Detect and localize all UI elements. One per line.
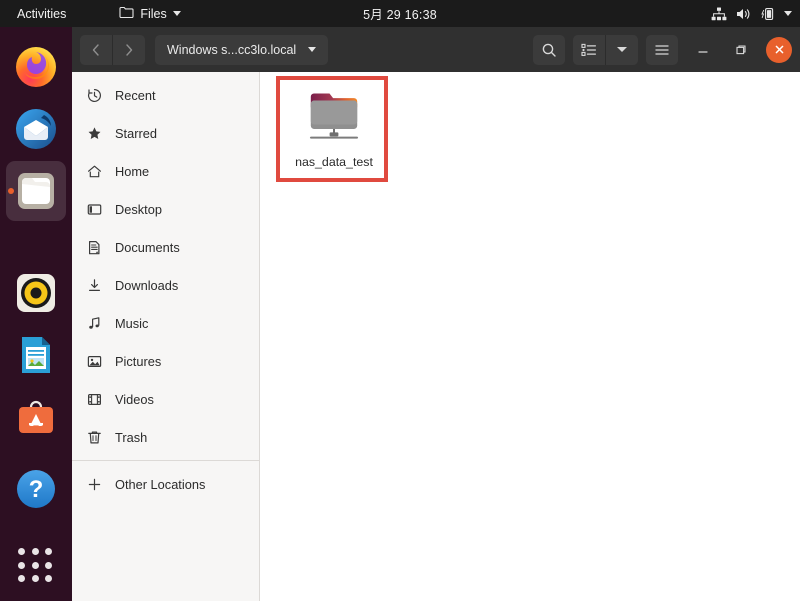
sidebar-item-home[interactable]: Home bbox=[72, 156, 259, 187]
volume-icon bbox=[736, 7, 752, 21]
show-applications-button[interactable] bbox=[18, 548, 54, 584]
sidebar-item-trash[interactable]: Trash bbox=[72, 422, 259, 453]
sidebar-item-desktop[interactable]: Desktop bbox=[72, 194, 259, 225]
help-icon: ? bbox=[14, 467, 58, 511]
trash-icon bbox=[86, 429, 103, 446]
sidebar-item-label: Downloads bbox=[115, 278, 178, 293]
sidebar-item-recent[interactable]: Recent bbox=[72, 80, 259, 111]
sidebar-item-label: Trash bbox=[115, 430, 147, 445]
app-menu-label: Files bbox=[140, 7, 166, 21]
folder-icon bbox=[119, 6, 134, 22]
battery-icon bbox=[761, 7, 775, 21]
dock-item-libreoffice-writer[interactable] bbox=[14, 333, 58, 377]
grid-dot bbox=[18, 575, 25, 582]
desktop-screen: Activities Files 5月 29 16:38 bbox=[0, 0, 800, 601]
sidebar-item-videos[interactable]: Videos bbox=[72, 384, 259, 415]
app-menu-files[interactable]: Files bbox=[113, 3, 186, 25]
view-options-button[interactable] bbox=[605, 35, 638, 65]
thunderbird-icon bbox=[14, 107, 58, 151]
grid-dot bbox=[18, 548, 25, 555]
video-icon bbox=[86, 391, 103, 408]
home-icon bbox=[86, 163, 103, 180]
sidebar-item-other-locations[interactable]: Other Locations bbox=[72, 469, 259, 500]
sidebar-separator bbox=[72, 460, 259, 461]
running-indicator bbox=[8, 188, 14, 194]
grid-dot bbox=[45, 562, 52, 569]
sidebar-item-label: Desktop bbox=[115, 202, 162, 217]
header-right-controls bbox=[533, 35, 792, 65]
sidebar-item-pictures[interactable]: Pictures bbox=[72, 346, 259, 377]
activities-button[interactable]: Activities bbox=[10, 4, 73, 24]
list-view-button[interactable] bbox=[573, 35, 605, 65]
network-icon bbox=[711, 7, 727, 21]
top-bar: Activities Files 5月 29 16:38 bbox=[0, 0, 800, 27]
grid-dot bbox=[18, 562, 25, 569]
grid-dot bbox=[45, 575, 52, 582]
dock-item-thunderbird[interactable] bbox=[14, 107, 58, 151]
dock-item-help[interactable]: ? bbox=[14, 467, 58, 511]
music-icon bbox=[86, 315, 103, 332]
chevron-down-icon bbox=[173, 11, 181, 16]
svg-text:?: ? bbox=[29, 476, 44, 503]
file-item-nas-data-test[interactable]: nas_data_test bbox=[278, 77, 390, 181]
clock-icon bbox=[86, 87, 103, 104]
files-window: Windows s...cc3lo.local bbox=[72, 27, 800, 601]
document-icon bbox=[86, 239, 103, 256]
chevron-down-icon bbox=[617, 47, 627, 52]
sidebar-item-label: Home bbox=[115, 164, 149, 179]
chevron-down-icon bbox=[308, 47, 316, 52]
sidebar-item-label: Pictures bbox=[115, 354, 161, 369]
grid-dot bbox=[45, 548, 52, 555]
path-label: Windows s...cc3lo.local bbox=[167, 43, 296, 57]
back-button[interactable] bbox=[80, 35, 112, 65]
sidebar-item-label: Music bbox=[115, 316, 148, 331]
download-icon bbox=[86, 277, 103, 294]
sidebar-item-label: Videos bbox=[115, 392, 154, 407]
sidebar-item-starred[interactable]: Starred bbox=[72, 118, 259, 149]
ubuntu-software-icon bbox=[14, 397, 58, 441]
grid-dot bbox=[32, 562, 39, 569]
dock-item-firefox[interactable] bbox=[14, 45, 58, 89]
file-grid-view[interactable]: nas_data_test bbox=[260, 72, 800, 601]
sidebar-item-label: Other Locations bbox=[115, 477, 205, 492]
dock-item-files[interactable] bbox=[6, 161, 66, 221]
dock-item-rhythmbox[interactable] bbox=[14, 271, 58, 315]
sidebar-item-music[interactable]: Music bbox=[72, 308, 259, 339]
sidebar-item-downloads[interactable]: Downloads bbox=[72, 270, 259, 301]
main-menu-button[interactable] bbox=[646, 35, 678, 65]
minimize-button[interactable] bbox=[690, 37, 716, 63]
window-header-bar: Windows s...cc3lo.local bbox=[72, 27, 800, 72]
network-folder-icon bbox=[303, 87, 365, 148]
libreoffice-writer-icon bbox=[14, 333, 58, 377]
window-body: Recent Starred bbox=[72, 72, 800, 601]
sidebar: Recent Starred bbox=[72, 72, 260, 601]
desktop-icon bbox=[86, 201, 103, 218]
picture-icon bbox=[86, 353, 103, 370]
sidebar-item-label: Documents bbox=[115, 240, 180, 255]
sidebar-item-label: Starred bbox=[115, 126, 157, 141]
sidebar-item-documents[interactable]: Documents bbox=[72, 232, 259, 263]
grid-dot bbox=[32, 575, 39, 582]
star-icon bbox=[86, 125, 103, 142]
dock: ? bbox=[0, 27, 72, 601]
close-button[interactable] bbox=[766, 37, 792, 63]
dock-item-ubuntu-software[interactable] bbox=[14, 397, 58, 441]
grid-dot bbox=[32, 548, 39, 555]
path-bar-button[interactable]: Windows s...cc3lo.local bbox=[155, 35, 328, 65]
search-button[interactable] bbox=[533, 35, 565, 65]
maximize-button[interactable] bbox=[728, 37, 754, 63]
status-chevron-down-icon bbox=[784, 11, 792, 16]
navigation-buttons bbox=[80, 35, 145, 65]
file-item-label: nas_data_test bbox=[290, 155, 378, 170]
firefox-icon bbox=[14, 45, 58, 89]
status-area[interactable] bbox=[711, 7, 792, 21]
view-mode-controls bbox=[573, 35, 638, 65]
rhythmbox-icon bbox=[14, 271, 58, 315]
sidebar-item-label: Recent bbox=[115, 88, 156, 103]
files-icon bbox=[16, 171, 56, 211]
plus-icon bbox=[86, 476, 103, 493]
forward-button[interactable] bbox=[112, 35, 145, 65]
